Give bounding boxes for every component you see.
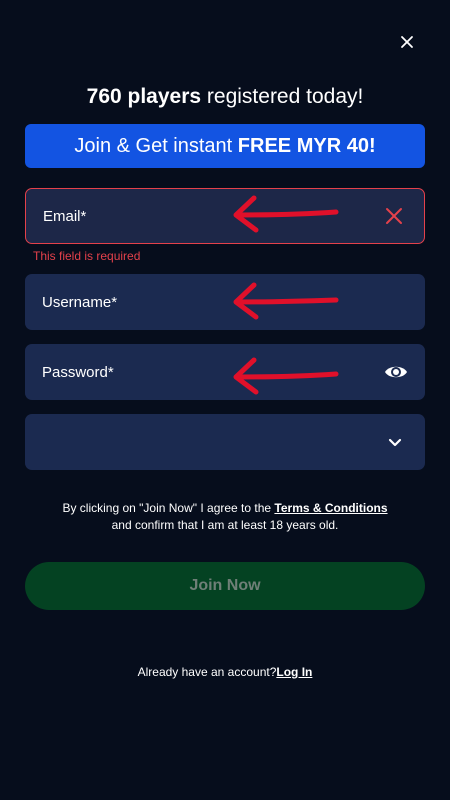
email-field[interactable] bbox=[25, 188, 425, 244]
headline-text: registered today! bbox=[201, 85, 364, 108]
terms-link[interactable]: Terms & Conditions bbox=[274, 501, 387, 515]
toggle-password-visibility[interactable] bbox=[383, 360, 407, 384]
username-field[interactable] bbox=[25, 274, 425, 330]
registration-headline: 760 players registered today! bbox=[0, 84, 450, 110]
clear-email-button[interactable] bbox=[382, 204, 406, 228]
promo-banner[interactable]: Join & Get instant FREE MYR 40! bbox=[25, 124, 425, 168]
player-count: 760 players bbox=[86, 85, 202, 108]
login-link[interactable]: Log In bbox=[276, 665, 312, 679]
join-now-button[interactable]: Join Now bbox=[25, 562, 425, 610]
clear-x-icon bbox=[386, 208, 402, 224]
login-prompt-text: Already have an account? bbox=[137, 665, 277, 679]
terms-text: By clicking on "Join Now" I agree to the bbox=[62, 501, 275, 515]
dropdown-select[interactable] bbox=[25, 414, 425, 470]
promo-highlight: FREE MYR 40! bbox=[237, 135, 376, 157]
email-error-message: This field is required bbox=[33, 249, 141, 263]
age-confirmation-text: and confirm that I am at least 18 years … bbox=[111, 518, 339, 532]
close-button[interactable] bbox=[396, 31, 418, 53]
terms-notice: By clicking on "Join Now" I agree to the… bbox=[0, 500, 450, 534]
chevron-down-icon bbox=[388, 438, 402, 447]
username-input[interactable] bbox=[42, 274, 342, 330]
eye-icon bbox=[385, 366, 407, 378]
password-input[interactable] bbox=[42, 344, 342, 400]
signup-modal: 760 players registered today! Join & Get… bbox=[0, 0, 450, 800]
email-input[interactable] bbox=[43, 189, 343, 243]
close-icon bbox=[401, 36, 413, 48]
dropdown-toggle[interactable] bbox=[383, 430, 407, 454]
promo-text: Join & Get instant bbox=[74, 135, 238, 157]
password-field[interactable] bbox=[25, 344, 425, 400]
login-prompt: Already have an account?Log In bbox=[0, 665, 450, 679]
